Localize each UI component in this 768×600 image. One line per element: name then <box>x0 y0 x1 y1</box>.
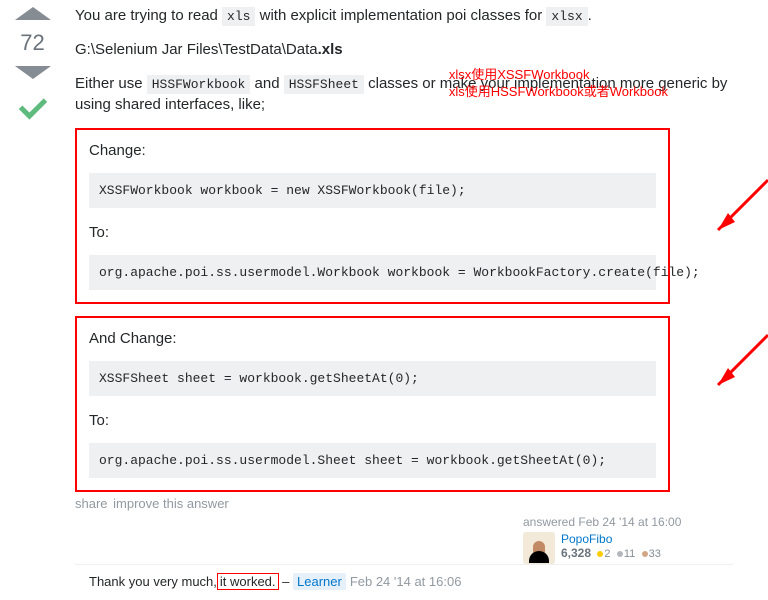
code-block-2a: XSSFSheet sheet = workbook.getSheetAt(0)… <box>89 361 656 396</box>
code-block-2b: org.apache.poi.ss.usermodel.Sheet sheet … <box>89 443 656 478</box>
comment-user-link[interactable]: Learner <box>293 573 346 590</box>
code-xlsx: xlsx <box>546 7 587 26</box>
intro-text: You are trying to read xls with explicit… <box>75 5 733 26</box>
answer-body: You are trying to read xls with explicit… <box>60 5 763 590</box>
comment-timestamp: Feb 24 '14 at 16:06 <box>350 574 462 589</box>
change-box-1: Change: XSSFWorkbook workbook = new XSSF… <box>75 128 670 304</box>
post-actions: share improve this answer <box>75 496 733 511</box>
gold-badge-icon <box>597 551 603 557</box>
annotation-arrow-1-icon <box>698 175 768 245</box>
answered-timestamp: answered Feb 24 '14 at 16:00 <box>523 515 733 529</box>
code-xls: xls <box>222 7 255 26</box>
user-signature: answered Feb 24 '14 at 16:00 PopoFibo 6,… <box>523 515 733 564</box>
vote-cell: 72 <box>5 5 60 590</box>
comment: Thank you very much, it worked. – Learne… <box>75 564 733 590</box>
improve-link[interactable]: improve this answer <box>113 496 229 511</box>
code-block-1b: org.apache.poi.ss.usermodel.Workbook wor… <box>89 255 656 290</box>
code-hssfworkbook: HSSFWorkbook <box>147 75 251 94</box>
annotation-note: xlsx使用XSSFWorkbook xls使用HSSFWorkbook或者Wo… <box>449 67 668 101</box>
code-hssfsheet: HSSFSheet <box>284 75 364 94</box>
annotation-arrow-2-icon <box>698 330 768 400</box>
vote-count: 72 <box>20 30 44 56</box>
user-link[interactable]: PopoFibo <box>561 532 612 546</box>
path-text: G:\Selenium Jar Files\TestData\Data.xls <box>75 39 733 60</box>
to-header: To: <box>89 222 656 243</box>
to-header-2: To: <box>89 410 656 431</box>
downvote-arrow-icon[interactable] <box>15 66 51 79</box>
silver-badge-icon <box>617 551 623 557</box>
change-box-2: And Change: XSSFSheet sheet = workbook.g… <box>75 316 670 492</box>
comment-highlight: it worked. <box>217 573 279 590</box>
share-link[interactable]: share <box>75 496 108 511</box>
avatar[interactable] <box>523 532 555 564</box>
and-change-header: And Change: <box>89 328 656 349</box>
code-block-1a: XSSFWorkbook workbook = new XSSFWorkbook… <box>89 173 656 208</box>
accepted-check-icon <box>17 93 49 129</box>
change-header: Change: <box>89 140 656 161</box>
bronze-badge-icon <box>642 551 648 557</box>
upvote-arrow-icon[interactable] <box>15 7 51 20</box>
reputation: 6,328 <box>561 546 591 560</box>
